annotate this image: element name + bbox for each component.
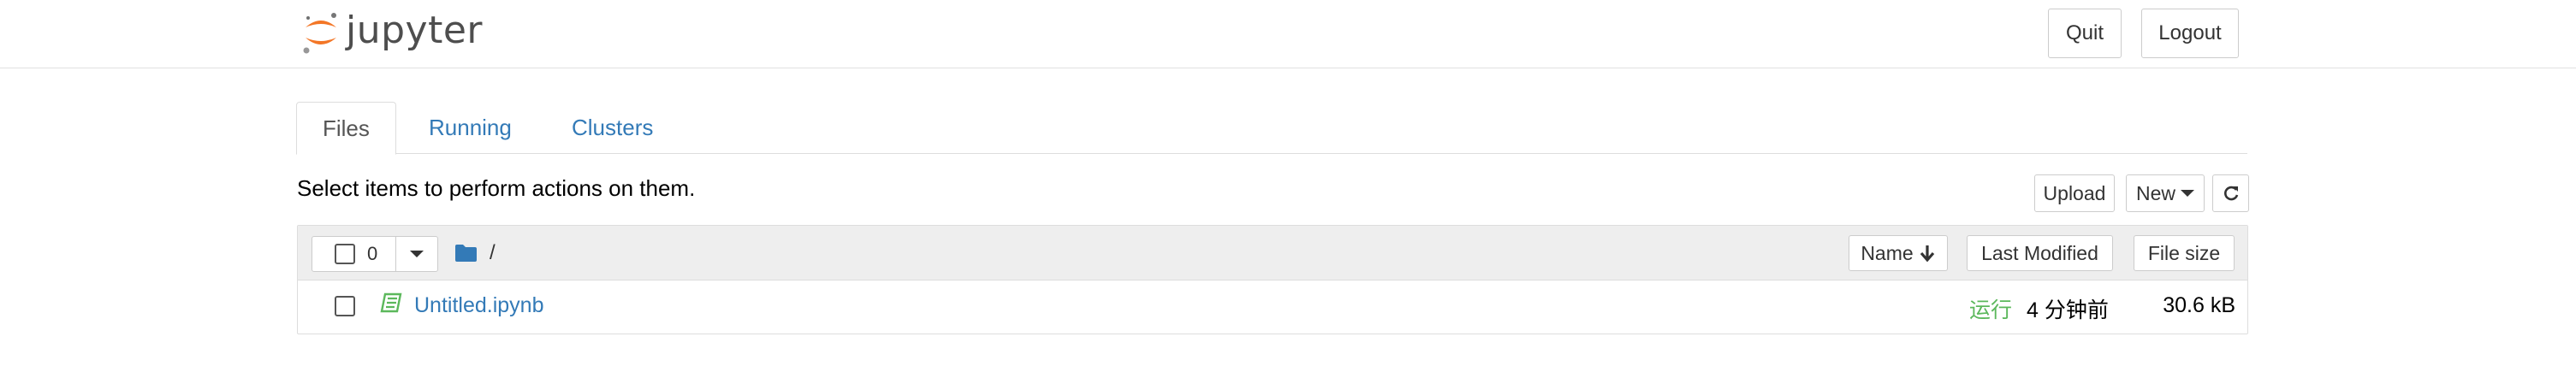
new-dropdown-button[interactable]: New xyxy=(2126,174,2205,212)
new-label: New xyxy=(2135,181,2175,204)
name-label: Name xyxy=(1861,241,1914,264)
running-status: 运行 xyxy=(1969,298,2013,322)
file-list: 0 / Name Last Modified File size Untitle… xyxy=(297,225,2248,334)
select-all-toggle[interactable]: 0 xyxy=(312,237,396,271)
file-size-value: 30.6 kB xyxy=(2163,293,2235,317)
tab-clusters[interactable]: Clusters xyxy=(546,102,679,154)
logo-text: jupyter xyxy=(346,9,483,52)
breadcrumb-root[interactable]: / xyxy=(490,241,496,265)
select-all-checkbox[interactable] xyxy=(335,244,355,264)
select-hint-text: Select items to perform actions on them. xyxy=(297,175,696,201)
notebook-icon xyxy=(380,292,402,313)
select-menu-button[interactable] xyxy=(396,237,437,271)
jupyter-logo-icon xyxy=(303,13,336,54)
folder-icon[interactable] xyxy=(454,244,478,263)
file-checkbox[interactable] xyxy=(335,296,355,316)
refresh-icon xyxy=(2223,186,2238,201)
chevron-down-icon xyxy=(2181,190,2194,197)
selected-count: 0 xyxy=(367,243,378,264)
refresh-button[interactable] xyxy=(2212,174,2249,212)
arrow-down-icon xyxy=(1920,245,1934,263)
select-all-group: 0 xyxy=(312,236,438,272)
file-name-link[interactable]: Untitled.ipynb xyxy=(414,293,543,318)
file-list-header: 0 / Name Last Modified File size xyxy=(298,226,2247,280)
tab-running[interactable]: Running xyxy=(403,102,537,154)
last-modified-value: 4 分钟前 xyxy=(2027,298,2109,322)
logout-button[interactable]: Logout xyxy=(2141,9,2239,58)
sort-file-size-button[interactable]: File size xyxy=(2134,235,2235,271)
quit-button[interactable]: Quit xyxy=(2048,9,2122,58)
file-row[interactable]: Untitled.ipynb 运行 4 分钟前 30.6 kB xyxy=(298,280,2247,334)
chevron-down-icon xyxy=(410,251,424,257)
jupyter-logo[interactable]: jupyter xyxy=(301,7,483,58)
header-bar: jupyter Quit Logout xyxy=(0,0,2576,68)
sort-name-button[interactable]: Name xyxy=(1849,235,1948,271)
upload-button[interactable]: Upload xyxy=(2034,174,2115,212)
breadcrumb: / xyxy=(454,241,496,265)
tab-bar: Files Running Clusters xyxy=(296,102,2247,155)
sort-last-modified-button[interactable]: Last Modified xyxy=(1967,235,2113,271)
tab-files[interactable]: Files xyxy=(296,102,396,155)
